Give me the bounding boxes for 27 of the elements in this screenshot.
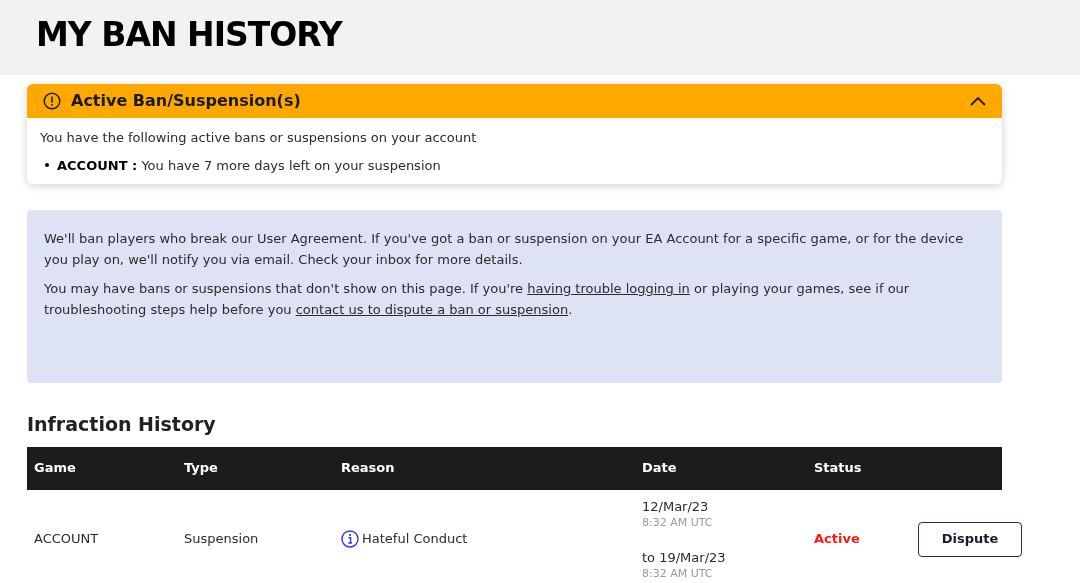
table-cell-text: Suspension [184,530,260,549]
column-header: Status [814,459,863,478]
info-icon[interactable] [341,530,359,548]
table-cell-text: ACCOUNT [34,530,100,549]
notice-text: We'll ban players who break our User Agreement. If you've got a ban or suspension on your EA Account for a specific game, or for the device you play on, we'll notify you via email. Check your inbox for more details. [44,230,965,269]
alert-intro: You have the following active bans or suspensions on your account [40,129,477,147]
section-title: Infraction History [27,412,216,437]
chevron-icon [970,96,986,106]
warning-icon [43,92,61,110]
page-title: MY BAN HISTORY [36,14,342,56]
column-header: Type [184,459,219,478]
notice-link[interactable]: contact us to dispute a ban or suspension [295,302,569,317]
time-text: 8:32 AM UTC [642,565,714,581]
date-text: to 19/Mar/23 [642,548,727,566]
notice-link[interactable]: having trouble logging in [527,281,690,296]
column-header: Date [642,459,678,478]
table-cell-text: Hateful Conduct [362,530,468,549]
column-header: Game [34,459,77,478]
column-header: Reason [341,459,396,478]
time-text: 8:32 AM UTC [642,514,714,530]
date-text: 12/Mar/23 [642,497,710,515]
status-text: Active [814,530,861,549]
alert-item: ACCOUNT : You have 7 more days left on your suspension [57,156,441,175]
alert-header[interactable]: Active Ban/Suspension(s) [27,84,1002,118]
notice-text: You may have bans or suspensions that don't show on this page. If you're having trouble logging in or playing your games, see if our troubleshooting steps help before you contact us to dispute a ban or suspension. [44,280,911,319]
bullet-icon [45,163,49,168]
dispute-button[interactable]: Dispute [918,521,1022,557]
